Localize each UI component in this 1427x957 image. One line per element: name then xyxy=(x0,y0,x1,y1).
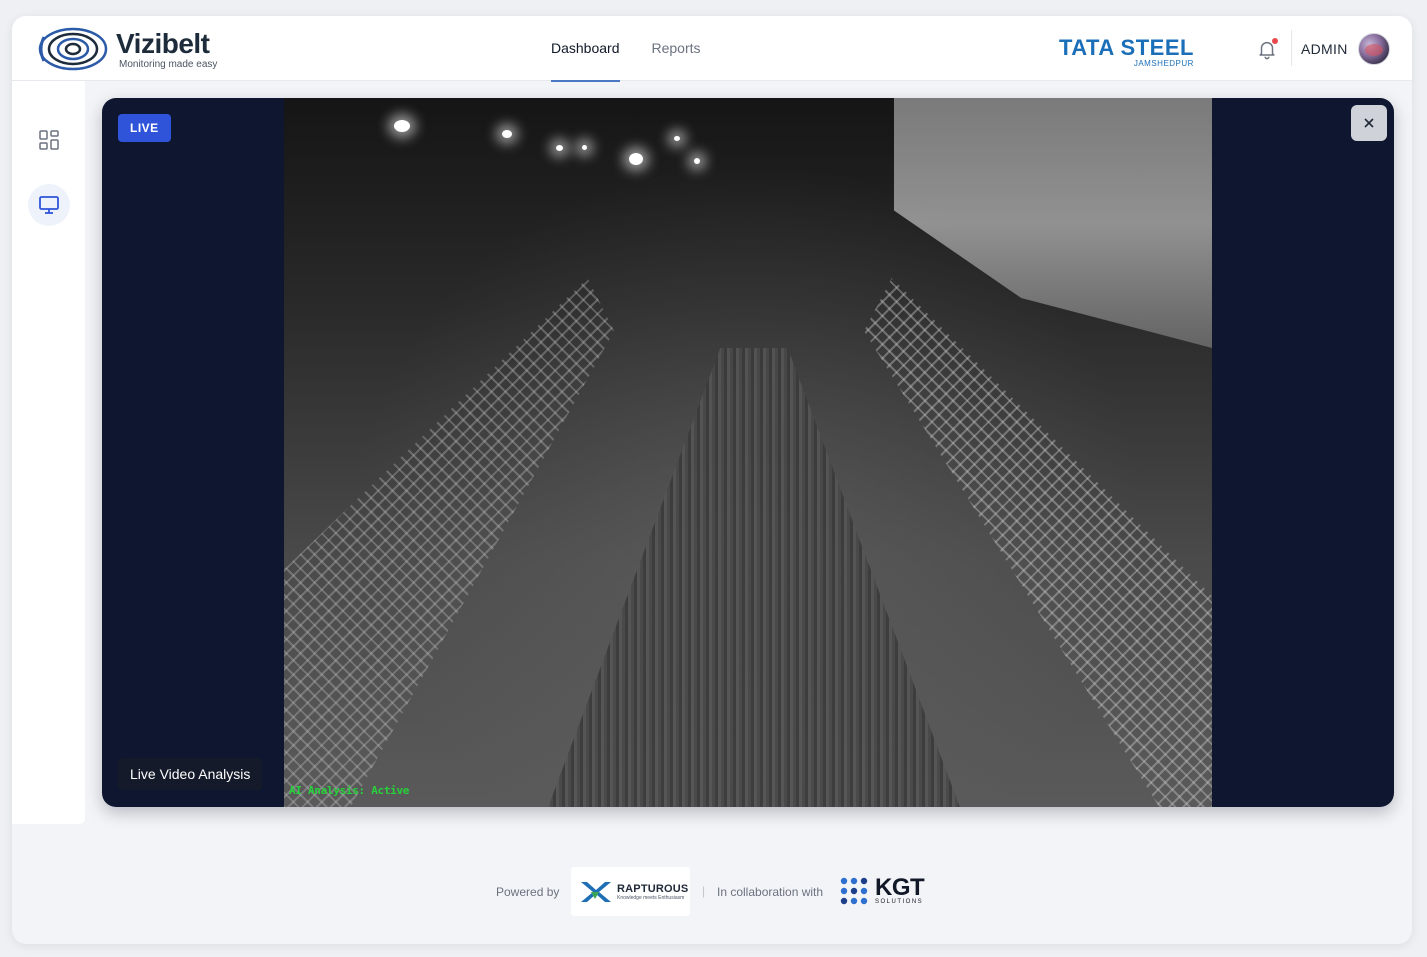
kgt-name: KGT xyxy=(875,874,925,901)
brand-name: Vizibelt xyxy=(116,27,210,59)
partner-name: TATA STEEL xyxy=(1059,35,1194,60)
powered-by-label: Powered by xyxy=(496,885,560,899)
brand-logo[interactable]: Vizibelt Monitoring made easy xyxy=(38,24,217,74)
sidebar xyxy=(12,81,85,824)
app-window: Vizibelt Monitoring made easy Dashboard … xyxy=(12,16,1412,944)
sidebar-item-dashboard[interactable] xyxy=(28,119,70,161)
live-video-panel: LIVE Live Video Analysis AI Analysis: Ac… xyxy=(102,98,1394,807)
scene-light xyxy=(502,130,512,138)
partner-logo: TATA STEEL JAMSHEDPUR xyxy=(1059,37,1194,69)
rapturous-tagline: Knowledge meets Enthusiasm xyxy=(617,894,685,901)
monitor-icon xyxy=(39,196,59,214)
scene-left-railing xyxy=(284,278,614,807)
notification-dot xyxy=(1272,38,1278,44)
dashboard-grid-icon xyxy=(39,130,59,150)
vizibelt-logo-icon xyxy=(38,27,108,71)
kgt-sub: SOLUTIONS xyxy=(875,899,924,905)
ai-status-overlay: AI Analysis: Active xyxy=(289,784,410,797)
rapturous-logo-icon xyxy=(581,881,611,902)
scene-light xyxy=(582,145,587,150)
scene-tank xyxy=(894,98,1212,348)
footer: Powered by RAPTUROUS Knowledge meets Ent… xyxy=(12,866,1412,918)
camera-feed xyxy=(284,98,1212,807)
close-icon xyxy=(1364,118,1374,128)
scene-light xyxy=(674,136,680,141)
kgt-logo[interactable]: KGT SOLUTIONS xyxy=(839,874,925,906)
brand-tagline: Monitoring made easy xyxy=(119,58,218,70)
close-button[interactable] xyxy=(1351,105,1387,141)
video-caption: Live Video Analysis xyxy=(118,758,263,790)
live-badge: LIVE xyxy=(118,114,171,142)
kgt-logo-icon xyxy=(840,877,868,905)
collab-label: In collaboration with xyxy=(717,885,824,899)
nav-reports[interactable]: Reports xyxy=(652,16,701,81)
scene-light xyxy=(694,158,700,164)
scene-conveyor-belt xyxy=(544,348,964,807)
header-divider xyxy=(1291,30,1292,66)
user-name: ADMIN xyxy=(1301,41,1348,57)
rapturous-name: RAPTUROUS xyxy=(617,882,689,895)
avatar[interactable] xyxy=(1357,33,1390,65)
rapturous-logo[interactable]: RAPTUROUS Knowledge meets Enthusiasm xyxy=(571,867,690,916)
footer-separator: | xyxy=(702,884,706,898)
scene-light xyxy=(629,153,643,165)
nav-dashboard[interactable]: Dashboard xyxy=(551,16,620,82)
sidebar-item-live-monitor[interactable] xyxy=(28,184,70,226)
main-nav: Dashboard Reports xyxy=(551,16,733,82)
scene-light xyxy=(556,145,563,151)
scene-light xyxy=(394,120,410,132)
user-menu[interactable]: ADMIN xyxy=(1301,33,1390,65)
partner-location: JAMSHEDPUR xyxy=(1133,59,1194,68)
top-navbar: Vizibelt Monitoring made easy Dashboard … xyxy=(12,16,1412,82)
